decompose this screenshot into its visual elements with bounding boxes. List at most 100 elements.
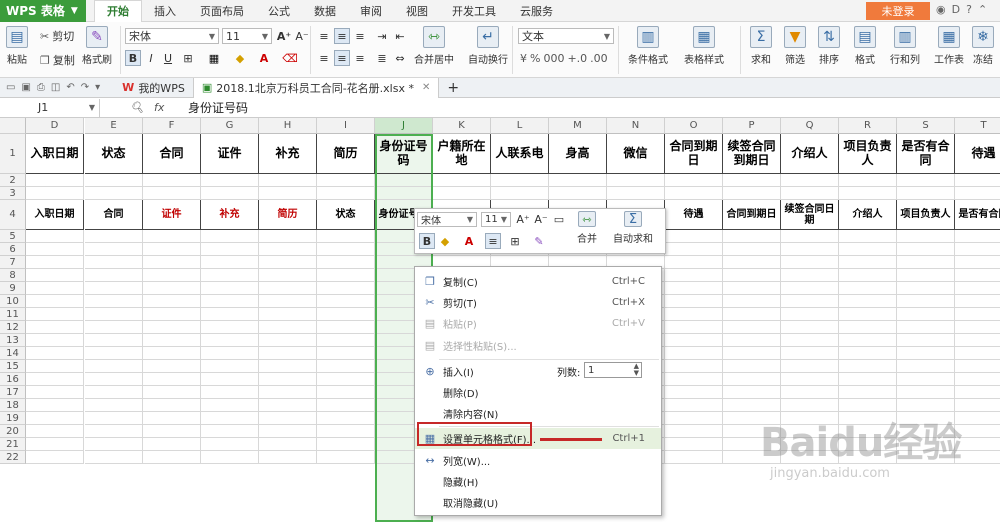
table-cell[interactable] (723, 386, 781, 399)
close-icon[interactable]: ✕ (422, 82, 430, 93)
table-cell[interactable] (665, 386, 723, 399)
table-cell[interactable]: 合同 (85, 200, 143, 230)
table-cell[interactable] (317, 334, 375, 347)
row-header[interactable]: 1 (0, 134, 26, 174)
table-cell[interactable]: 身高 (549, 134, 607, 174)
table-cell[interactable] (317, 295, 375, 308)
table-cell[interactable] (201, 334, 259, 347)
table-cell[interactable] (143, 399, 201, 412)
table-cell[interactable] (201, 308, 259, 321)
table-cell[interactable] (26, 282, 84, 295)
table-cell[interactable] (85, 256, 143, 269)
table-cell[interactable] (143, 282, 201, 295)
font-family-select[interactable]: 宋体 ▼ (125, 28, 219, 44)
stepper-arrows-icon[interactable]: ▲ ▼ (634, 363, 639, 377)
column-header[interactable]: T (955, 118, 1000, 134)
formula-input[interactable]: 身份证号码 (180, 99, 248, 116)
table-cell[interactable] (85, 269, 143, 282)
indent-icon[interactable]: ⇥ (374, 28, 390, 44)
table-cell[interactable] (259, 230, 317, 243)
tab-view[interactable]: 视图 (394, 0, 440, 22)
decrease-font-icon[interactable]: A⁻ (294, 28, 310, 44)
table-cell[interactable]: 合同到期日 (723, 200, 781, 230)
menu-item-paste-special[interactable]: ▤ 选择性粘贴(S)... (415, 335, 661, 356)
table-cell[interactable]: 待遇 (955, 134, 1000, 174)
share-icon[interactable]: D (952, 3, 960, 16)
row-header[interactable]: 2 (0, 174, 26, 187)
table-cell[interactable] (781, 174, 839, 187)
table-cell[interactable] (723, 269, 781, 282)
table-cell[interactable] (317, 347, 375, 360)
table-cell[interactable] (317, 230, 375, 243)
sort-button[interactable]: ⇅ 排序 (818, 26, 840, 66)
table-cell[interactable] (201, 243, 259, 256)
table-cell[interactable] (143, 412, 201, 425)
table-cell[interactable] (723, 230, 781, 243)
table-cell[interactable] (433, 174, 491, 187)
table-cell[interactable] (897, 295, 955, 308)
tab-insert[interactable]: 插入 (142, 0, 188, 22)
decrease-decimal-icon[interactable]: .00 (590, 52, 608, 65)
table-cell[interactable] (143, 373, 201, 386)
table-cell[interactable] (665, 412, 723, 425)
table-cell[interactable] (85, 399, 143, 412)
currency-icon[interactable]: ¥ (520, 52, 527, 65)
table-cell[interactable]: 状态 (317, 200, 375, 230)
table-cell[interactable] (897, 256, 955, 269)
table-cell[interactable]: 补充 (259, 134, 317, 174)
column-header[interactable]: M (549, 118, 607, 134)
worksheet-button[interactable]: ▦ 工作表 (934, 26, 964, 66)
column-header[interactable]: P (723, 118, 781, 134)
table-cell[interactable] (26, 334, 84, 347)
row-header[interactable]: 4 (0, 200, 26, 230)
merge-center-button[interactable]: ⇿ 合并居中 (414, 26, 454, 66)
menu-item-column-width[interactable]: ↔ 列宽(W)... (415, 450, 661, 471)
menu-item-delete[interactable]: 删除(D) (415, 382, 661, 403)
table-cell[interactable] (781, 230, 839, 243)
mini-align-icon[interactable]: ≡ (485, 233, 501, 249)
table-cell[interactable]: 入职日期 (26, 134, 84, 174)
table-cell[interactable] (433, 187, 491, 200)
table-cell[interactable] (143, 308, 201, 321)
percent-icon[interactable]: % (530, 52, 540, 65)
table-cell[interactable] (955, 347, 1000, 360)
table-cell[interactable] (897, 347, 955, 360)
paste-button[interactable]: ▤ 粘贴 (6, 26, 28, 66)
table-cell[interactable] (259, 334, 317, 347)
table-cell[interactable] (839, 373, 897, 386)
table-cell[interactable]: 介绍人 (781, 134, 839, 174)
table-cell[interactable] (665, 308, 723, 321)
tab-my-wps[interactable]: W 我的WPS (114, 78, 193, 98)
table-cell[interactable] (839, 334, 897, 347)
table-cell[interactable] (839, 256, 897, 269)
table-cell[interactable] (897, 360, 955, 373)
table-cell[interactable] (143, 425, 201, 438)
table-cell[interactable]: 续签合同日期 (781, 200, 839, 230)
table-cell[interactable] (201, 438, 259, 451)
table-cell[interactable] (26, 174, 84, 187)
table-cell[interactable] (85, 360, 143, 373)
format-cells-icon[interactable]: ▭ (551, 211, 567, 227)
table-cell[interactable] (259, 256, 317, 269)
mini-border-icon[interactable]: ⊞ (507, 233, 523, 249)
table-cell[interactable] (259, 269, 317, 282)
table-cell[interactable]: 待遇 (665, 200, 723, 230)
table-cell[interactable] (201, 295, 259, 308)
table-cell[interactable] (143, 386, 201, 399)
row-header[interactable]: 19 (0, 412, 26, 425)
table-cell[interactable] (201, 230, 259, 243)
mini-font-select[interactable]: 宋体 ▼ (417, 212, 477, 227)
table-cell[interactable] (85, 347, 143, 360)
column-header[interactable]: I (317, 118, 375, 134)
row-header[interactable]: 21 (0, 438, 26, 451)
table-cell[interactable] (955, 360, 1000, 373)
table-cell[interactable] (26, 386, 84, 399)
table-cell[interactable] (85, 243, 143, 256)
align-middle-icon[interactable]: ≡ (334, 28, 350, 44)
table-cell[interactable] (897, 308, 955, 321)
table-cell[interactable] (955, 230, 1000, 243)
table-cell[interactable] (897, 174, 955, 187)
table-cell[interactable] (26, 438, 84, 451)
table-cell[interactable]: 是否有合同 (897, 134, 955, 174)
row-header[interactable]: 20 (0, 425, 26, 438)
